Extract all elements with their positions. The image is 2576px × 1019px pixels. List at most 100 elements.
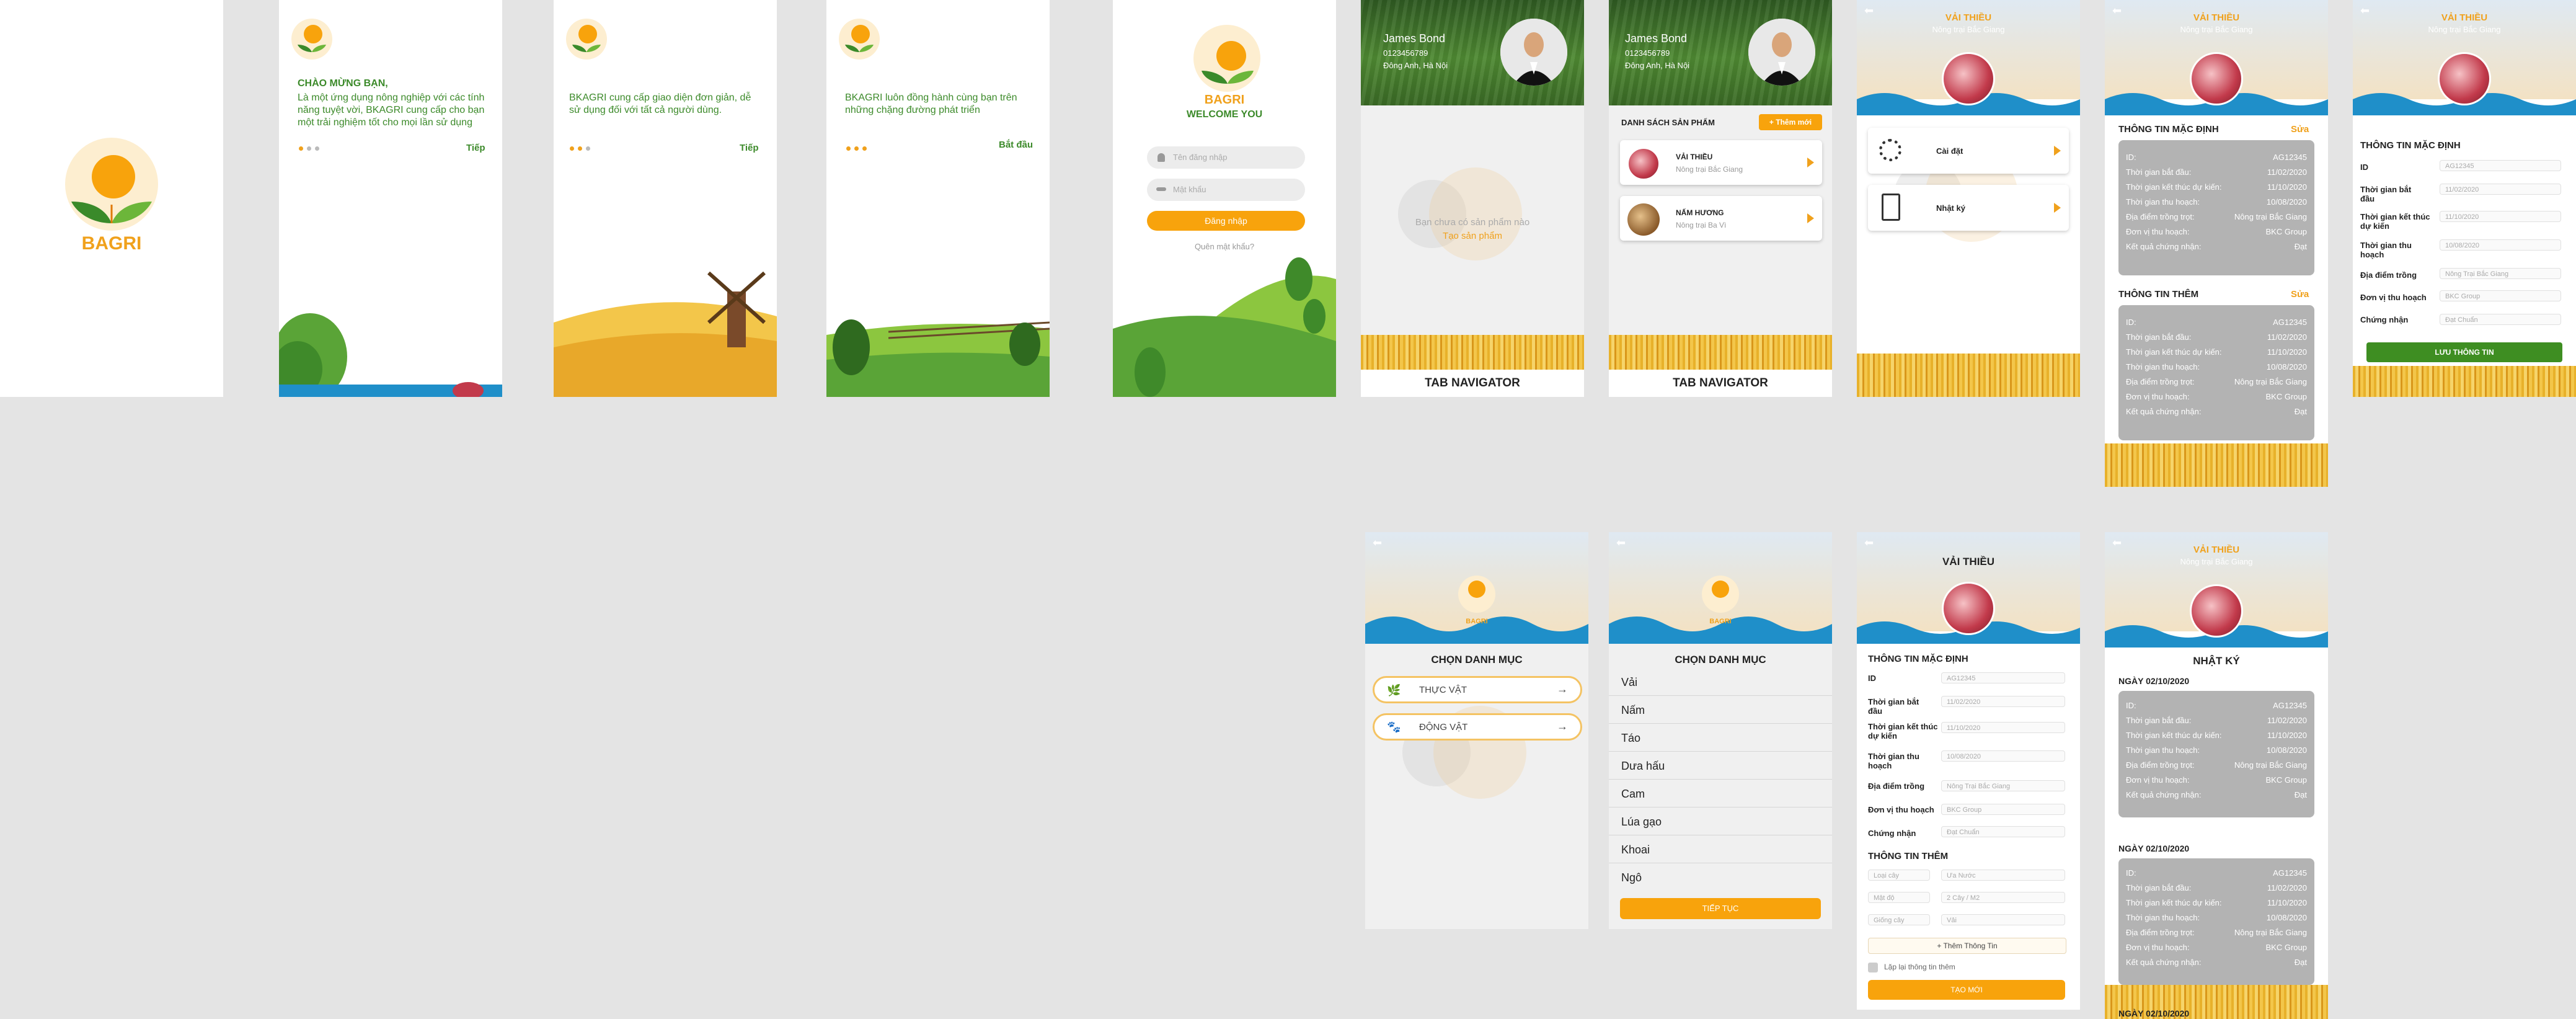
password-input[interactable]: Mật khẩu — [1147, 179, 1305, 201]
info-value: AG12345 — [2273, 701, 2307, 710]
certification-input[interactable]: Đạt Chuẩn — [2440, 314, 2561, 325]
save-info-button[interactable]: LƯU THÔNG TIN — [2366, 342, 2562, 362]
continue-button[interactable]: TIẾP TỤC — [1620, 898, 1821, 919]
diary-screen: ⬅ VẢI THIỀU Nông trại Bắc Giang NHẬT KÝ … — [2105, 532, 2328, 1019]
default-info-box: ID: AG12345 Thời gian bắt đầu: 11/02/2020 … — [2118, 140, 2314, 275]
extra-key-input[interactable]: Giống cây — [1868, 914, 1930, 925]
extra-value-input[interactable]: Vải — [1941, 914, 2065, 925]
location-input[interactable]: Nông Trại Bắc Giang — [1941, 780, 2065, 791]
add-product-button[interactable]: + Thêm mới — [1759, 114, 1822, 130]
start-date-input[interactable]: 11/02/2020 — [1941, 696, 2065, 707]
plant-category-button[interactable]: 🌿 THỰC VẬT → — [1373, 676, 1582, 703]
brand-name: BAGRI — [1204, 93, 1245, 107]
product-farm: Nông trại Ba Vì — [1676, 221, 1727, 229]
info-row: ID: AG12345 — [2126, 153, 2307, 167]
location-input[interactable]: Nông Trại Bắc Giang — [2440, 268, 2561, 279]
category-item[interactable]: Nấm — [1609, 696, 1832, 724]
username-input[interactable]: Tên đăng nhập — [1147, 146, 1305, 169]
category-item[interactable]: Dưa hấu — [1609, 752, 1832, 780]
category-item[interactable]: Vải — [1609, 669, 1832, 696]
info-label: Kết quả chứng nhận: — [2126, 407, 2202, 416]
diary-label: Nhật ký — [1936, 203, 1965, 213]
next-button[interactable]: Tiếp — [740, 143, 759, 153]
settings-menu-item[interactable]: Cài đặt — [1868, 128, 2069, 174]
certification-input[interactable]: Đạt Chuẩn — [1941, 826, 2065, 837]
product-card[interactable]: VẢI THIỀU Nông trại Bắc Giang — [1620, 140, 1822, 185]
info-row: Thời gian kết thúc dự kiến: 11/10/2020 — [2126, 731, 2307, 745]
start-date-input[interactable]: 11/02/2020 — [2440, 184, 2561, 195]
info-label: Thời gian thu hoạch: — [2126, 913, 2200, 922]
product-title: VẢI THIỀU — [1945, 12, 1992, 23]
category-item[interactable]: Cam — [1609, 780, 1832, 808]
choose-category-screen: ⬅ BAGRI CHỌN DANH MỤC 🌿 THỰC VẬT → 🐾 ĐỘN… — [1365, 532, 1588, 929]
back-arrow-icon[interactable]: ⬅ — [1616, 537, 1631, 548]
field-label: Đơn vị thu hoạch — [2360, 293, 2427, 302]
extra-info-title: THÔNG TIN THÊM — [1868, 851, 1949, 861]
add-info-button[interactable]: + Thêm Thông Tin — [1868, 938, 2066, 954]
brand-name: BAGRI — [1466, 618, 1488, 625]
id-input[interactable]: AG12345 — [2440, 160, 2561, 171]
diary-entry-box: ID: AG12345 Thời gian bắt đầu: 11/02/2020 … — [2118, 691, 2314, 817]
category-item[interactable]: Táo — [1609, 724, 1832, 752]
end-date-input[interactable]: 11/10/2020 — [1941, 722, 2065, 733]
harvest-unit-input[interactable]: BKC Group — [1941, 804, 2065, 815]
diary-menu-item[interactable]: Nhật ký — [1868, 185, 2069, 231]
info-value: Nông trại Bắc Giang — [2234, 760, 2307, 770]
product-image — [2438, 52, 2491, 105]
create-button[interactable]: TẠO MỚI — [1868, 980, 2065, 1000]
back-arrow-icon[interactable]: ⬅ — [1373, 537, 1388, 548]
avatar[interactable] — [1748, 19, 1815, 86]
harvest-unit-input[interactable]: BKC Group — [2440, 290, 2561, 301]
info-label: ID: — [2126, 868, 2136, 878]
wave-decoration — [1365, 616, 1588, 644]
start-button[interactable]: Bắt đầu — [999, 140, 1033, 150]
brand-name: BAGRI — [1709, 618, 1732, 625]
category-item[interactable]: Ngô — [1609, 864, 1832, 891]
create-product-link[interactable]: Tạo sản phẩm — [1361, 231, 1584, 241]
edit-extra-info-link[interactable]: Sửa — [2291, 289, 2309, 300]
product-title: VẢI THIỀU — [2193, 12, 2240, 23]
back-arrow-icon[interactable]: ⬅ — [1864, 537, 1879, 548]
extra-value-input[interactable]: Ưa Nước — [1941, 870, 2065, 881]
repeat-checkbox[interactable] — [1868, 963, 1878, 972]
tab-navigator[interactable]: TAB NAVIGATOR — [1361, 370, 1584, 397]
profile-phone: 0123456789 — [1383, 48, 1428, 58]
login-screen: BAGRI WELCOME YOU Tên đăng nhập Mật khẩu… — [1113, 0, 1336, 397]
extra-key-input[interactable]: Loại cây — [1868, 870, 1930, 881]
login-button[interactable]: Đăng nhập — [1147, 211, 1305, 231]
product-title: VẢI THIỀU — [2193, 545, 2240, 555]
product-thumbnail — [1627, 148, 1660, 180]
harvest-date-input[interactable]: 10/08/2020 — [2440, 239, 2561, 251]
edit-default-info-link[interactable]: Sửa — [2291, 124, 2309, 135]
avatar[interactable] — [1500, 19, 1567, 86]
info-label: Đơn vị thu hoạch: — [2126, 775, 2190, 785]
product-card[interactable]: NẤM HƯƠNG Nông trại Ba Vì — [1620, 196, 1822, 241]
extra-info-box: ID: AG12345 Thời gian bắt đầu: 11/02/2020 … — [2118, 305, 2314, 440]
info-value: Nông trại Bắc Giang — [2234, 212, 2307, 221]
wave-decoration — [1609, 616, 1832, 644]
animal-category-button[interactable]: 🐾 ĐỘNG VẬT → — [1373, 713, 1582, 741]
default-info-title: THÔNG TIN MẶC ĐỊNH — [2118, 124, 2219, 135]
info-row: Thời gian kết thúc dự kiến: 11/10/2020 — [2126, 898, 2307, 913]
category-title: CHỌN DANH MỤC — [1431, 654, 1523, 665]
extra-key-input[interactable]: Mật độ — [1868, 892, 1930, 903]
next-button[interactable]: Tiếp — [466, 143, 485, 153]
empty-message: Bạn chưa có sản phẩm nào — [1415, 217, 1530, 228]
info-row: ID: AG12345 — [2126, 701, 2307, 716]
tab-navigator[interactable]: TAB NAVIGATOR — [1609, 370, 1832, 397]
info-label: Thời gian thu hoạch: — [2126, 197, 2200, 207]
info-label: Địa điểm trồng trọt: — [2126, 760, 2195, 770]
extra-value-input[interactable]: 2 Cây / M2 — [1941, 892, 2065, 903]
arrow-right-icon: → — [1557, 720, 1568, 732]
category-item[interactable]: Khoai — [1609, 836, 1832, 863]
wheat-decoration — [1361, 335, 1584, 370]
info-label: Đơn vị thu hoạch: — [2126, 227, 2190, 236]
diary-date: NGÀY 02/10/2020 — [2118, 843, 2190, 853]
end-date-input[interactable]: 11/10/2020 — [2440, 211, 2561, 222]
id-input[interactable]: AG12345 — [1941, 672, 2065, 683]
decor-circle — [1429, 167, 1522, 260]
harvest-date-input[interactable]: 10/08/2020 — [1941, 750, 2065, 762]
product-menu-screen: ⬅ VẢI THIỀU Nông trại Bắc Giang Cài đặt … — [1857, 0, 2080, 397]
category-item[interactable]: Lúa gạo — [1609, 808, 1832, 835]
info-row: Đơn vị thu hoạch: BKC Group — [2126, 392, 2307, 407]
